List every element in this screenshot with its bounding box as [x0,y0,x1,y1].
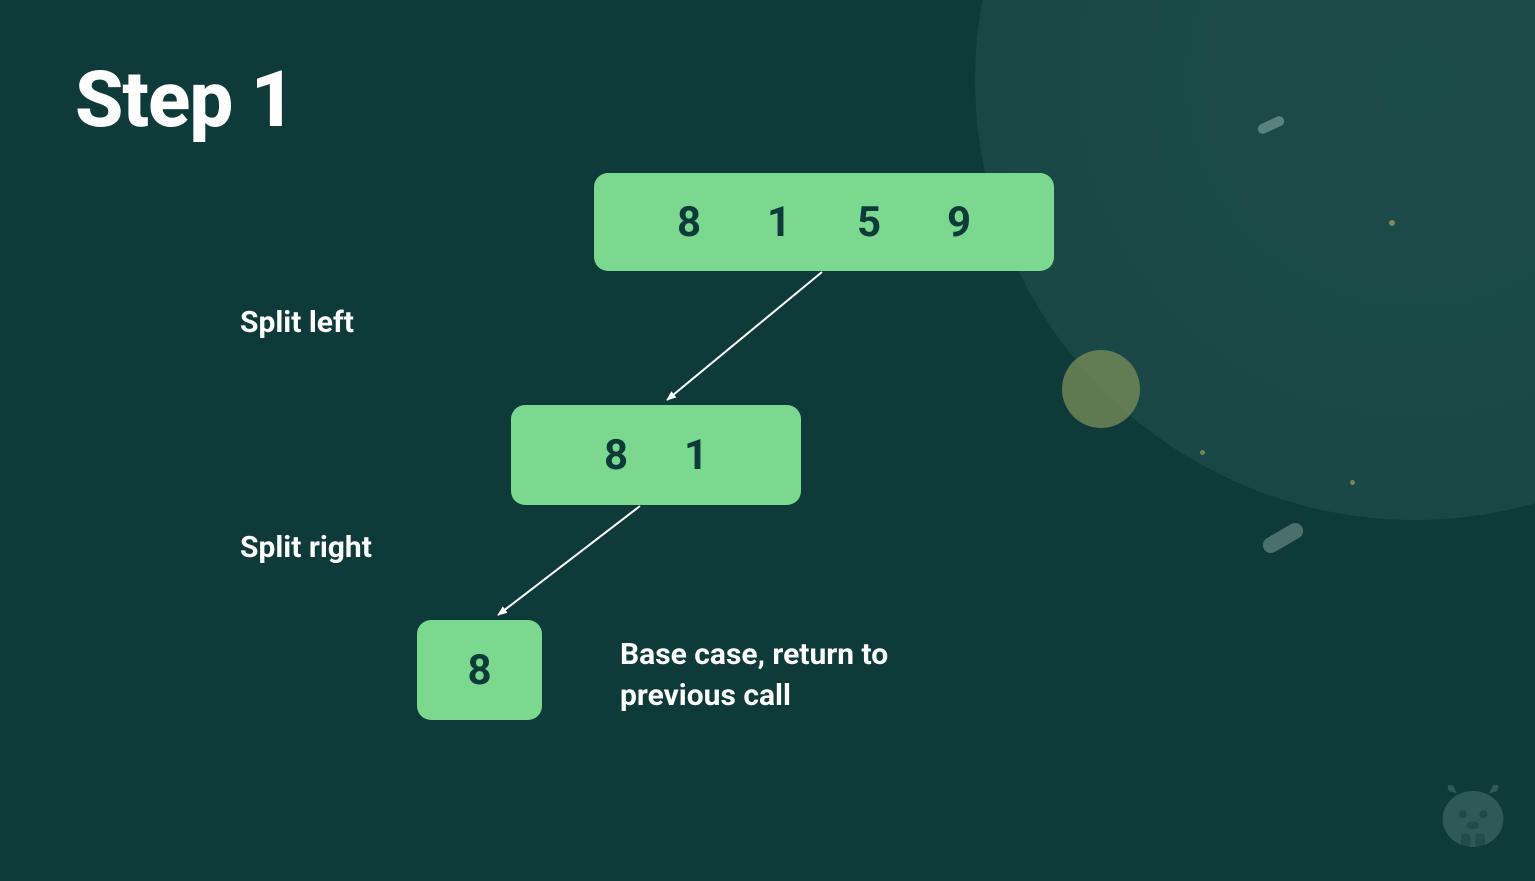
array-value: 9 [939,198,979,247]
array-value: 1 [676,431,716,480]
caption-line: previous call [620,678,791,713]
slide-title: Step 1 [75,55,295,146]
array-value: 1 [759,198,799,247]
array-value: 8 [669,198,709,247]
array-level-0: 8 1 5 9 [594,173,1054,271]
caption-line: Base case, return to [620,637,888,672]
background-speck [1350,480,1355,485]
array-value: 5 [849,198,889,247]
background-speck [1260,520,1306,556]
background-speck [1200,450,1205,455]
background-planet [975,0,1535,520]
brand-logo-icon [1433,779,1513,859]
array-value: 8 [596,431,636,480]
split-left-label: Split left [240,305,354,340]
background-speck [1389,220,1395,226]
array-level-1: 8 1 [511,405,801,505]
array-level-2: 8 [417,620,542,720]
base-case-caption: Base case, return to previous call [620,635,1000,716]
background-dot [1062,350,1140,428]
split-right-label: Split right [240,530,372,565]
array-value: 8 [460,646,500,695]
